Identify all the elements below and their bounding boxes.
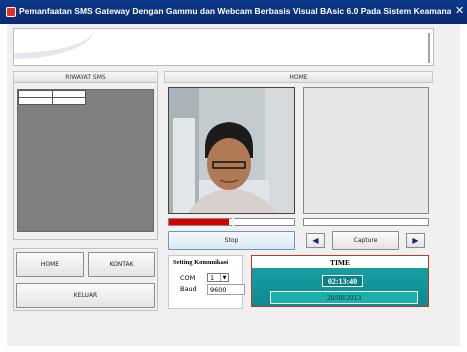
kontak-button[interactable]: KONTAK xyxy=(88,252,155,277)
app-icon[interactable] xyxy=(6,7,16,17)
com-label: COM xyxy=(180,274,196,282)
webcam-image xyxy=(169,88,294,213)
home-header: HOME xyxy=(164,71,433,83)
baud-input[interactable]: 9600 xyxy=(207,284,245,295)
webcam-view xyxy=(168,87,295,214)
title-bar: Pemanfaatan SMS Gateway Dengan Gammu dan… xyxy=(0,0,467,24)
close-icon[interactable]: ✕ xyxy=(455,4,464,17)
setting-komunikasi-title: Setting Komunikasi xyxy=(173,259,229,266)
com-select[interactable]: 1 ▼ xyxy=(207,273,229,282)
grid-cell[interactable] xyxy=(18,97,53,105)
time-title: TIME xyxy=(252,256,428,268)
stop-button[interactable]: Stop xyxy=(168,231,295,250)
banner-image xyxy=(13,28,434,66)
webcam-progress-fill xyxy=(169,219,229,225)
capture-progress xyxy=(303,218,429,226)
skip-previous-icon[interactable]: ◀ xyxy=(306,233,325,248)
home-button[interactable]: HOME xyxy=(16,252,84,277)
capture-button[interactable]: Capture xyxy=(332,231,399,250)
webcam-progress xyxy=(168,218,295,226)
progress-gap xyxy=(232,218,234,226)
chevron-down-icon[interactable]: ▼ xyxy=(220,274,228,281)
banner-swoosh xyxy=(14,29,94,59)
sms-history-grid[interactable] xyxy=(17,89,154,232)
keluar-button[interactable]: KELUAR xyxy=(16,283,155,308)
skip-next-icon[interactable]: ▶ xyxy=(406,233,425,248)
navigation-panel: HOME KONTAK KELUAR xyxy=(13,248,158,311)
captured-image-view xyxy=(303,87,429,214)
baud-label: Baud xyxy=(180,285,197,293)
main-form: RIWAYAT SMS HOME Stop ◀ Capture ▶ HOME K… xyxy=(7,24,460,346)
riwayat-sms-panel xyxy=(13,82,158,240)
time-panel: TIME 02:13:40 20/08/2013 xyxy=(251,255,429,307)
clock-display: 02:13:40 xyxy=(322,275,363,287)
date-display: 20/08/2013 xyxy=(270,291,418,304)
window-title: Pemanfaatan SMS Gateway Dengan Gammu dan… xyxy=(19,6,451,16)
grid-cell[interactable] xyxy=(52,97,86,105)
banner-divider xyxy=(428,33,430,63)
setting-komunikasi-panel: Setting Komunikasi COM 1 ▼ Baud 9600 xyxy=(168,255,245,309)
com-value: 1 xyxy=(210,274,215,282)
